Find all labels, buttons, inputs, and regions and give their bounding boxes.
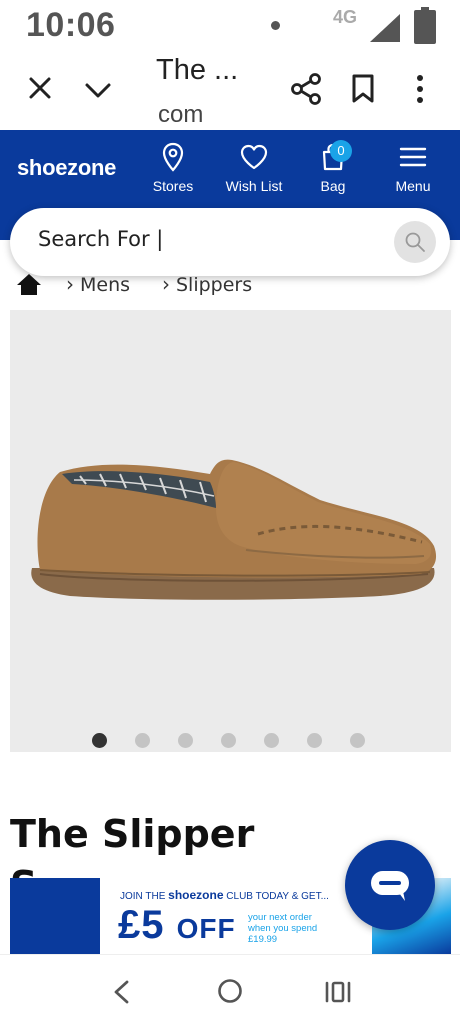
search-bar — [10, 208, 450, 276]
promo-left-graphic — [10, 878, 100, 954]
shoezone-logo[interactable]: shoezone — [17, 155, 116, 181]
nav-bag[interactable]: 0 Bag — [306, 140, 360, 194]
gallery-dot[interactable] — [350, 733, 365, 748]
bookmark-icon[interactable] — [350, 74, 376, 104]
promo-join-text: JOIN THE shoezone CLUB TODAY & GET... — [120, 888, 329, 902]
promo-off-label: OFF — [176, 913, 236, 944]
chat-bubble-icon — [371, 871, 409, 901]
signal-icon — [370, 14, 400, 42]
breadcrumb: › Mens › Slippers — [16, 270, 436, 300]
chevron-right-icon: › — [162, 272, 170, 296]
promo-sub-line-3: £19.99 — [248, 934, 278, 945]
promo-amount-value: £5 — [118, 903, 165, 947]
search-button[interactable] — [394, 221, 436, 263]
gallery-dot[interactable] — [135, 733, 150, 748]
close-icon[interactable] — [26, 74, 54, 102]
page-domain: com — [158, 101, 204, 128]
promo-join-brand: shoezone — [168, 888, 224, 902]
nav-menu[interactable]: Menu — [388, 142, 438, 194]
battery-icon — [414, 7, 436, 44]
nav-wish-list[interactable]: Wish List — [222, 142, 286, 194]
breadcrumb-mens[interactable]: › Mens — [66, 272, 130, 296]
slipper-image — [31, 459, 437, 600]
nav-menu-label: Menu — [395, 178, 431, 194]
search-icon — [405, 232, 425, 252]
chevron-right-icon: › — [66, 272, 74, 296]
nav-stores[interactable]: Stores — [146, 142, 200, 194]
share-icon[interactable] — [290, 72, 322, 106]
location-pin-icon — [162, 142, 184, 172]
nav-stores-label: Stores — [152, 178, 194, 194]
home-circle-icon[interactable] — [217, 978, 243, 1004]
browser-toolbar: The ... com — [0, 52, 460, 130]
home-icon[interactable] — [16, 272, 42, 296]
breadcrumb-mens-label: Mens — [80, 274, 131, 296]
breadcrumb-slippers-label: Slippers — [176, 274, 253, 296]
recent-apps-icon[interactable] — [324, 979, 352, 1005]
bag-count-badge: 0 — [330, 140, 352, 162]
product-title-overflow-text: S — [10, 868, 37, 878]
back-icon[interactable] — [110, 979, 132, 1005]
nav-bag-label: Bag — [320, 178, 346, 194]
promo-amount: £5 OFF — [118, 903, 236, 948]
network-type: 4G — [333, 7, 358, 27]
system-navigation-bar — [0, 954, 460, 1024]
notification-dot-icon — [271, 21, 280, 30]
product-title: The Slipper — [10, 812, 255, 856]
product-gallery[interactable] — [10, 310, 451, 752]
more-vert-icon[interactable] — [412, 74, 428, 104]
product-title-overflow: S — [10, 868, 50, 878]
promo-join-prefix: JOIN THE — [120, 891, 166, 902]
promo-sub-line-2: when you spend — [248, 923, 318, 934]
status-bar: 10:06 4G — [0, 0, 460, 52]
gallery-dot[interactable] — [92, 733, 107, 748]
nav-wish-list-label: Wish List — [225, 178, 283, 194]
gallery-dot[interactable] — [221, 733, 236, 748]
search-input[interactable] — [38, 227, 368, 251]
page-title: The ... — [156, 54, 239, 86]
status-time: 10:06 — [26, 6, 116, 44]
breadcrumb-slippers[interactable]: › Slippers — [162, 272, 252, 296]
promo-join-suffix: CLUB TODAY & GET... — [226, 891, 329, 902]
gallery-dot[interactable] — [307, 733, 322, 748]
promo-subtext: your next order when you spend £19.99 — [248, 912, 358, 945]
gallery-dot[interactable] — [264, 733, 279, 748]
hamburger-menu-icon — [399, 147, 427, 167]
gallery-dot[interactable] — [178, 733, 193, 748]
chat-button[interactable] — [345, 840, 435, 930]
promo-sub-line-1: your next order — [248, 912, 312, 923]
heart-icon — [240, 144, 268, 170]
chevron-down-icon[interactable] — [84, 76, 112, 104]
